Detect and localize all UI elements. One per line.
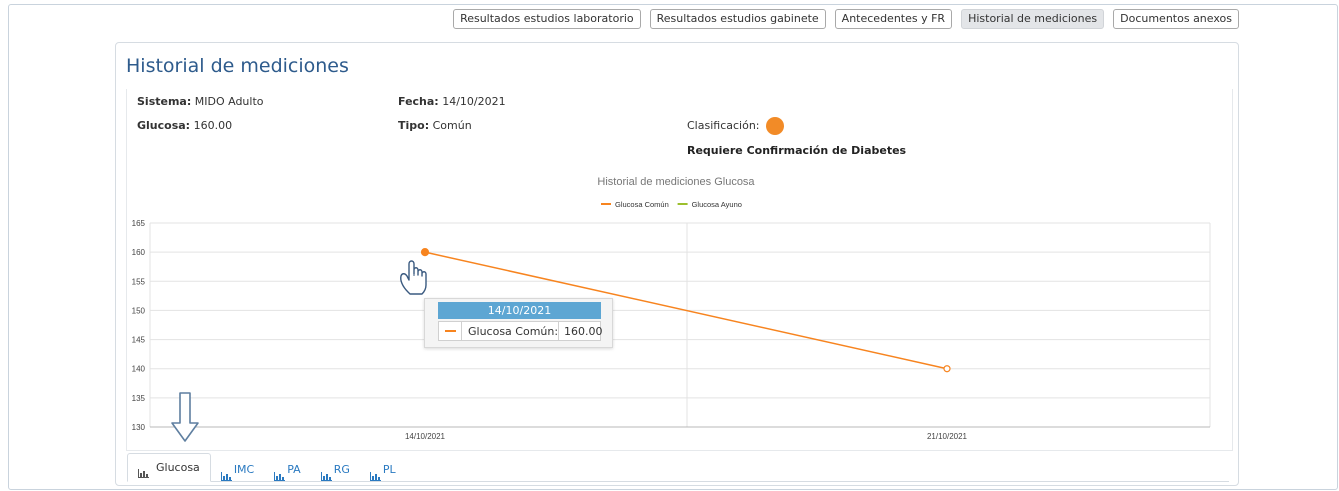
tooltip-value: 160.00: [564, 325, 603, 338]
y-tick-label: 135: [132, 394, 146, 403]
x-axis-ticks: 14/10/2021 21/10/2021: [405, 432, 968, 441]
data-point: [943, 365, 951, 373]
tooltip-series-swatch: [445, 330, 456, 332]
down-arrow-icon: [171, 392, 199, 442]
legend-label: Glucosa Común: [615, 200, 669, 209]
tooltip-row: Glucosa Común: 160.00: [438, 321, 603, 341]
x-tick-label: 14/10/2021: [405, 432, 446, 441]
y-tick-label: 145: [132, 336, 146, 345]
chart-tooltip: 14/10/2021 Glucosa Común: 160.00: [424, 298, 613, 348]
chart-title: Historial de mediciones Glucosa: [597, 176, 755, 188]
legend-label: Glucosa Ayuno: [692, 200, 742, 209]
tab-rg-label: RG: [333, 463, 350, 476]
x-tick-label: 21/10/2021: [927, 432, 968, 441]
y-tick-label: 165: [132, 219, 146, 228]
tooltip-date: 14/10/2021: [438, 302, 601, 319]
y-axis-ticks: 130 135 140 145 150 155 160 165: [132, 219, 146, 432]
y-tick-label: 150: [132, 306, 146, 315]
tab-glucosa[interactable]: Glucosa: [127, 453, 211, 482]
y-tick-label: 140: [132, 365, 146, 374]
data-point: [420, 248, 430, 257]
hand-cursor-icon: [400, 260, 427, 295]
y-tick-label: 160: [132, 248, 146, 257]
glucosa-chart: Historial de mediciones Glucosa Glucosa …: [132, 176, 1211, 442]
y-tick-label: 130: [132, 423, 146, 432]
tab-imc[interactable]: IMC: [211, 458, 264, 482]
chart-grid: [149, 222, 1211, 428]
tab-rg[interactable]: RG: [311, 458, 360, 482]
tab-pa-label: PA: [287, 463, 301, 476]
tab-imc-label: IMC: [233, 463, 255, 476]
bar-chart-icon: [320, 466, 332, 481]
tab-glucosa-label: Glucosa: [156, 460, 200, 474]
bar-chart-icon: [274, 466, 286, 481]
y-tick-label: 155: [132, 277, 146, 286]
bar-chart-icon: [369, 466, 381, 481]
tooltip-series-label: Glucosa Común:: [468, 325, 559, 338]
tab-pa[interactable]: PA: [264, 458, 310, 482]
chart-legend: Glucosa Común Glucosa Ayuno: [601, 200, 742, 209]
bar-chart-icon: [220, 466, 232, 481]
bar-chart-icon: [138, 463, 149, 478]
bottom-tabs: Glucosa IMC PA RG PL: [127, 453, 406, 482]
tab-pl[interactable]: PL: [360, 458, 406, 482]
tab-pl-label: PL: [382, 463, 396, 476]
